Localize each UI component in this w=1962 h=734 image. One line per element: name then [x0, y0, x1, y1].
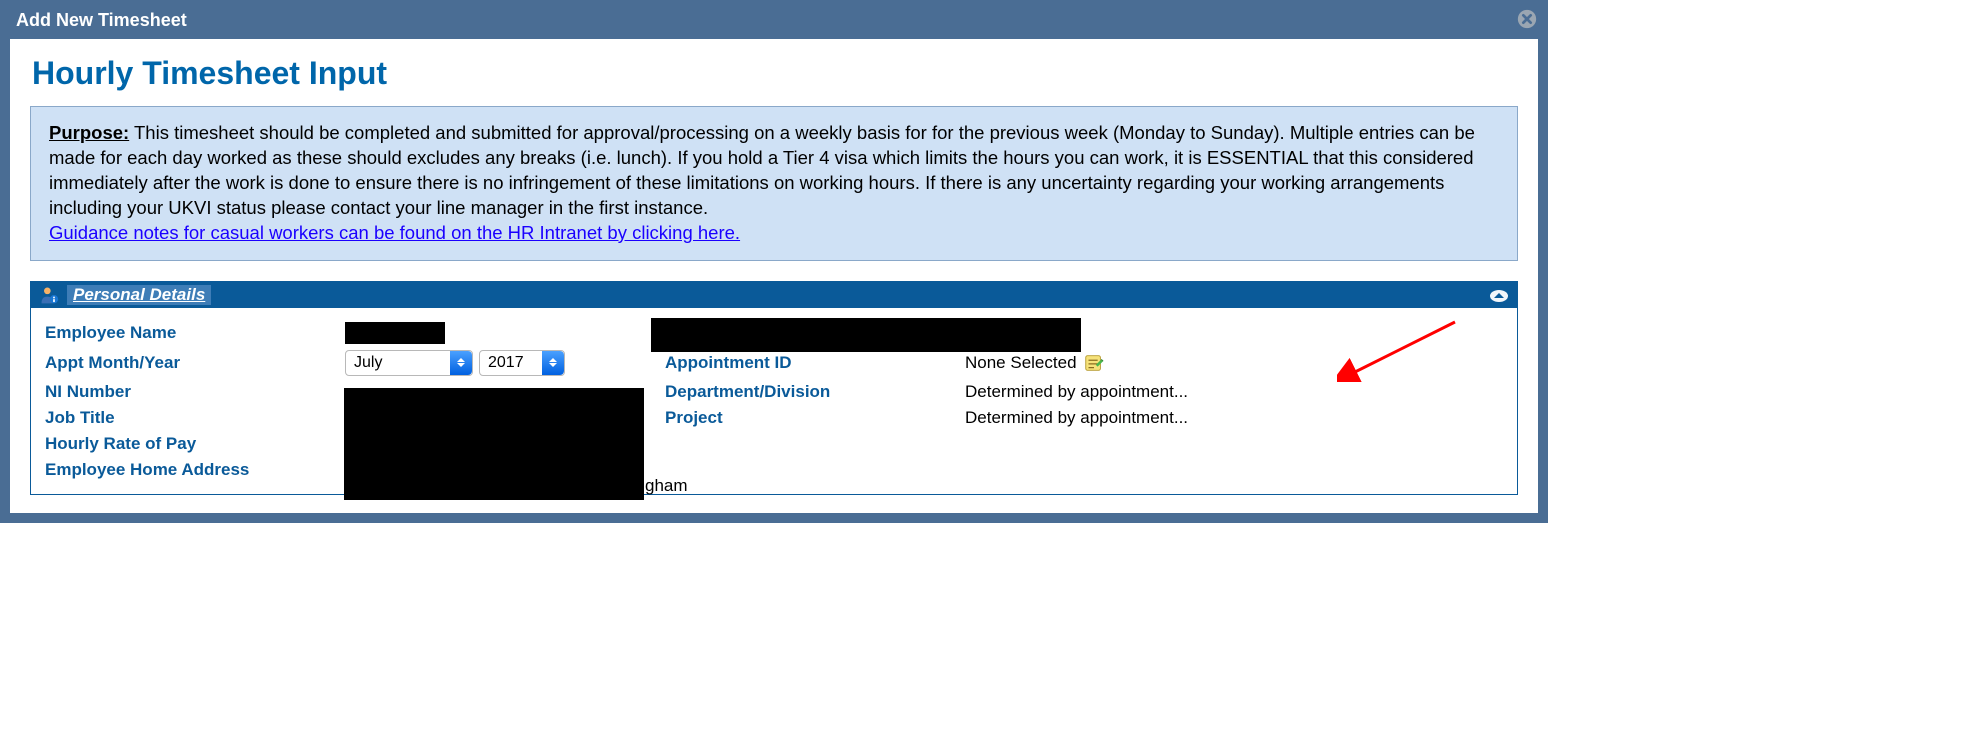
- personal-details-panel: Personal Details gham: [30, 281, 1518, 495]
- panel-title: Personal Details: [67, 285, 211, 305]
- value-department: Determined by appointment...: [965, 382, 1305, 402]
- label-hourly-rate: Hourly Rate of Pay: [45, 434, 345, 454]
- guidance-link[interactable]: Guidance notes for casual workers can be…: [49, 222, 740, 243]
- label-department: Department/Division: [665, 382, 965, 402]
- close-icon[interactable]: [1516, 8, 1538, 30]
- modal-window: Add New Timesheet Hourly Timesheet Input…: [0, 0, 1548, 523]
- year-select-value: 2017: [488, 354, 524, 372]
- panel-body: gham Employee Name: [31, 308, 1517, 494]
- redacted-block: [345, 322, 445, 344]
- value-employee-name: [345, 322, 665, 344]
- redacted-block: [651, 318, 1081, 352]
- value-appointment-id: None Selected: [965, 352, 1305, 374]
- label-employee-name: Employee Name: [45, 323, 345, 343]
- month-select-value: July: [354, 354, 382, 372]
- person-info-icon: [39, 285, 59, 305]
- purpose-text: This timesheet should be completed and s…: [49, 122, 1475, 218]
- modal-title: Add New Timesheet: [16, 10, 187, 30]
- select-stepper-icon: [542, 351, 564, 375]
- select-stepper-icon: [450, 351, 472, 375]
- page-title: Hourly Timesheet Input: [32, 55, 1518, 92]
- label-appt-month-year: Appt Month/Year: [45, 353, 345, 373]
- panel-header: Personal Details: [31, 282, 1517, 308]
- label-appointment-id: Appointment ID: [665, 353, 965, 373]
- purpose-label: Purpose:: [49, 122, 129, 143]
- label-job-title: Job Title: [45, 408, 345, 428]
- value-project: Determined by appointment...: [965, 408, 1305, 428]
- month-select[interactable]: July: [345, 350, 473, 376]
- value-appt-month-year: July 2017: [345, 350, 665, 376]
- label-project: Project: [665, 408, 965, 428]
- label-home-address: Employee Home Address: [45, 460, 345, 480]
- purpose-box: Purpose: This timesheet should be comple…: [30, 106, 1518, 261]
- collapse-toggle-icon[interactable]: [1489, 288, 1509, 302]
- modal-title-bar: Add New Timesheet: [2, 2, 1546, 39]
- appointment-id-text: None Selected: [965, 353, 1077, 373]
- address-fragment: gham: [645, 476, 688, 496]
- redacted-block: [344, 388, 644, 500]
- label-ni-number: NI Number: [45, 382, 345, 402]
- modal-body: Hourly Timesheet Input Purpose: This tim…: [10, 39, 1538, 513]
- year-select[interactable]: 2017: [479, 350, 565, 376]
- select-appointment-icon[interactable]: [1083, 352, 1105, 374]
